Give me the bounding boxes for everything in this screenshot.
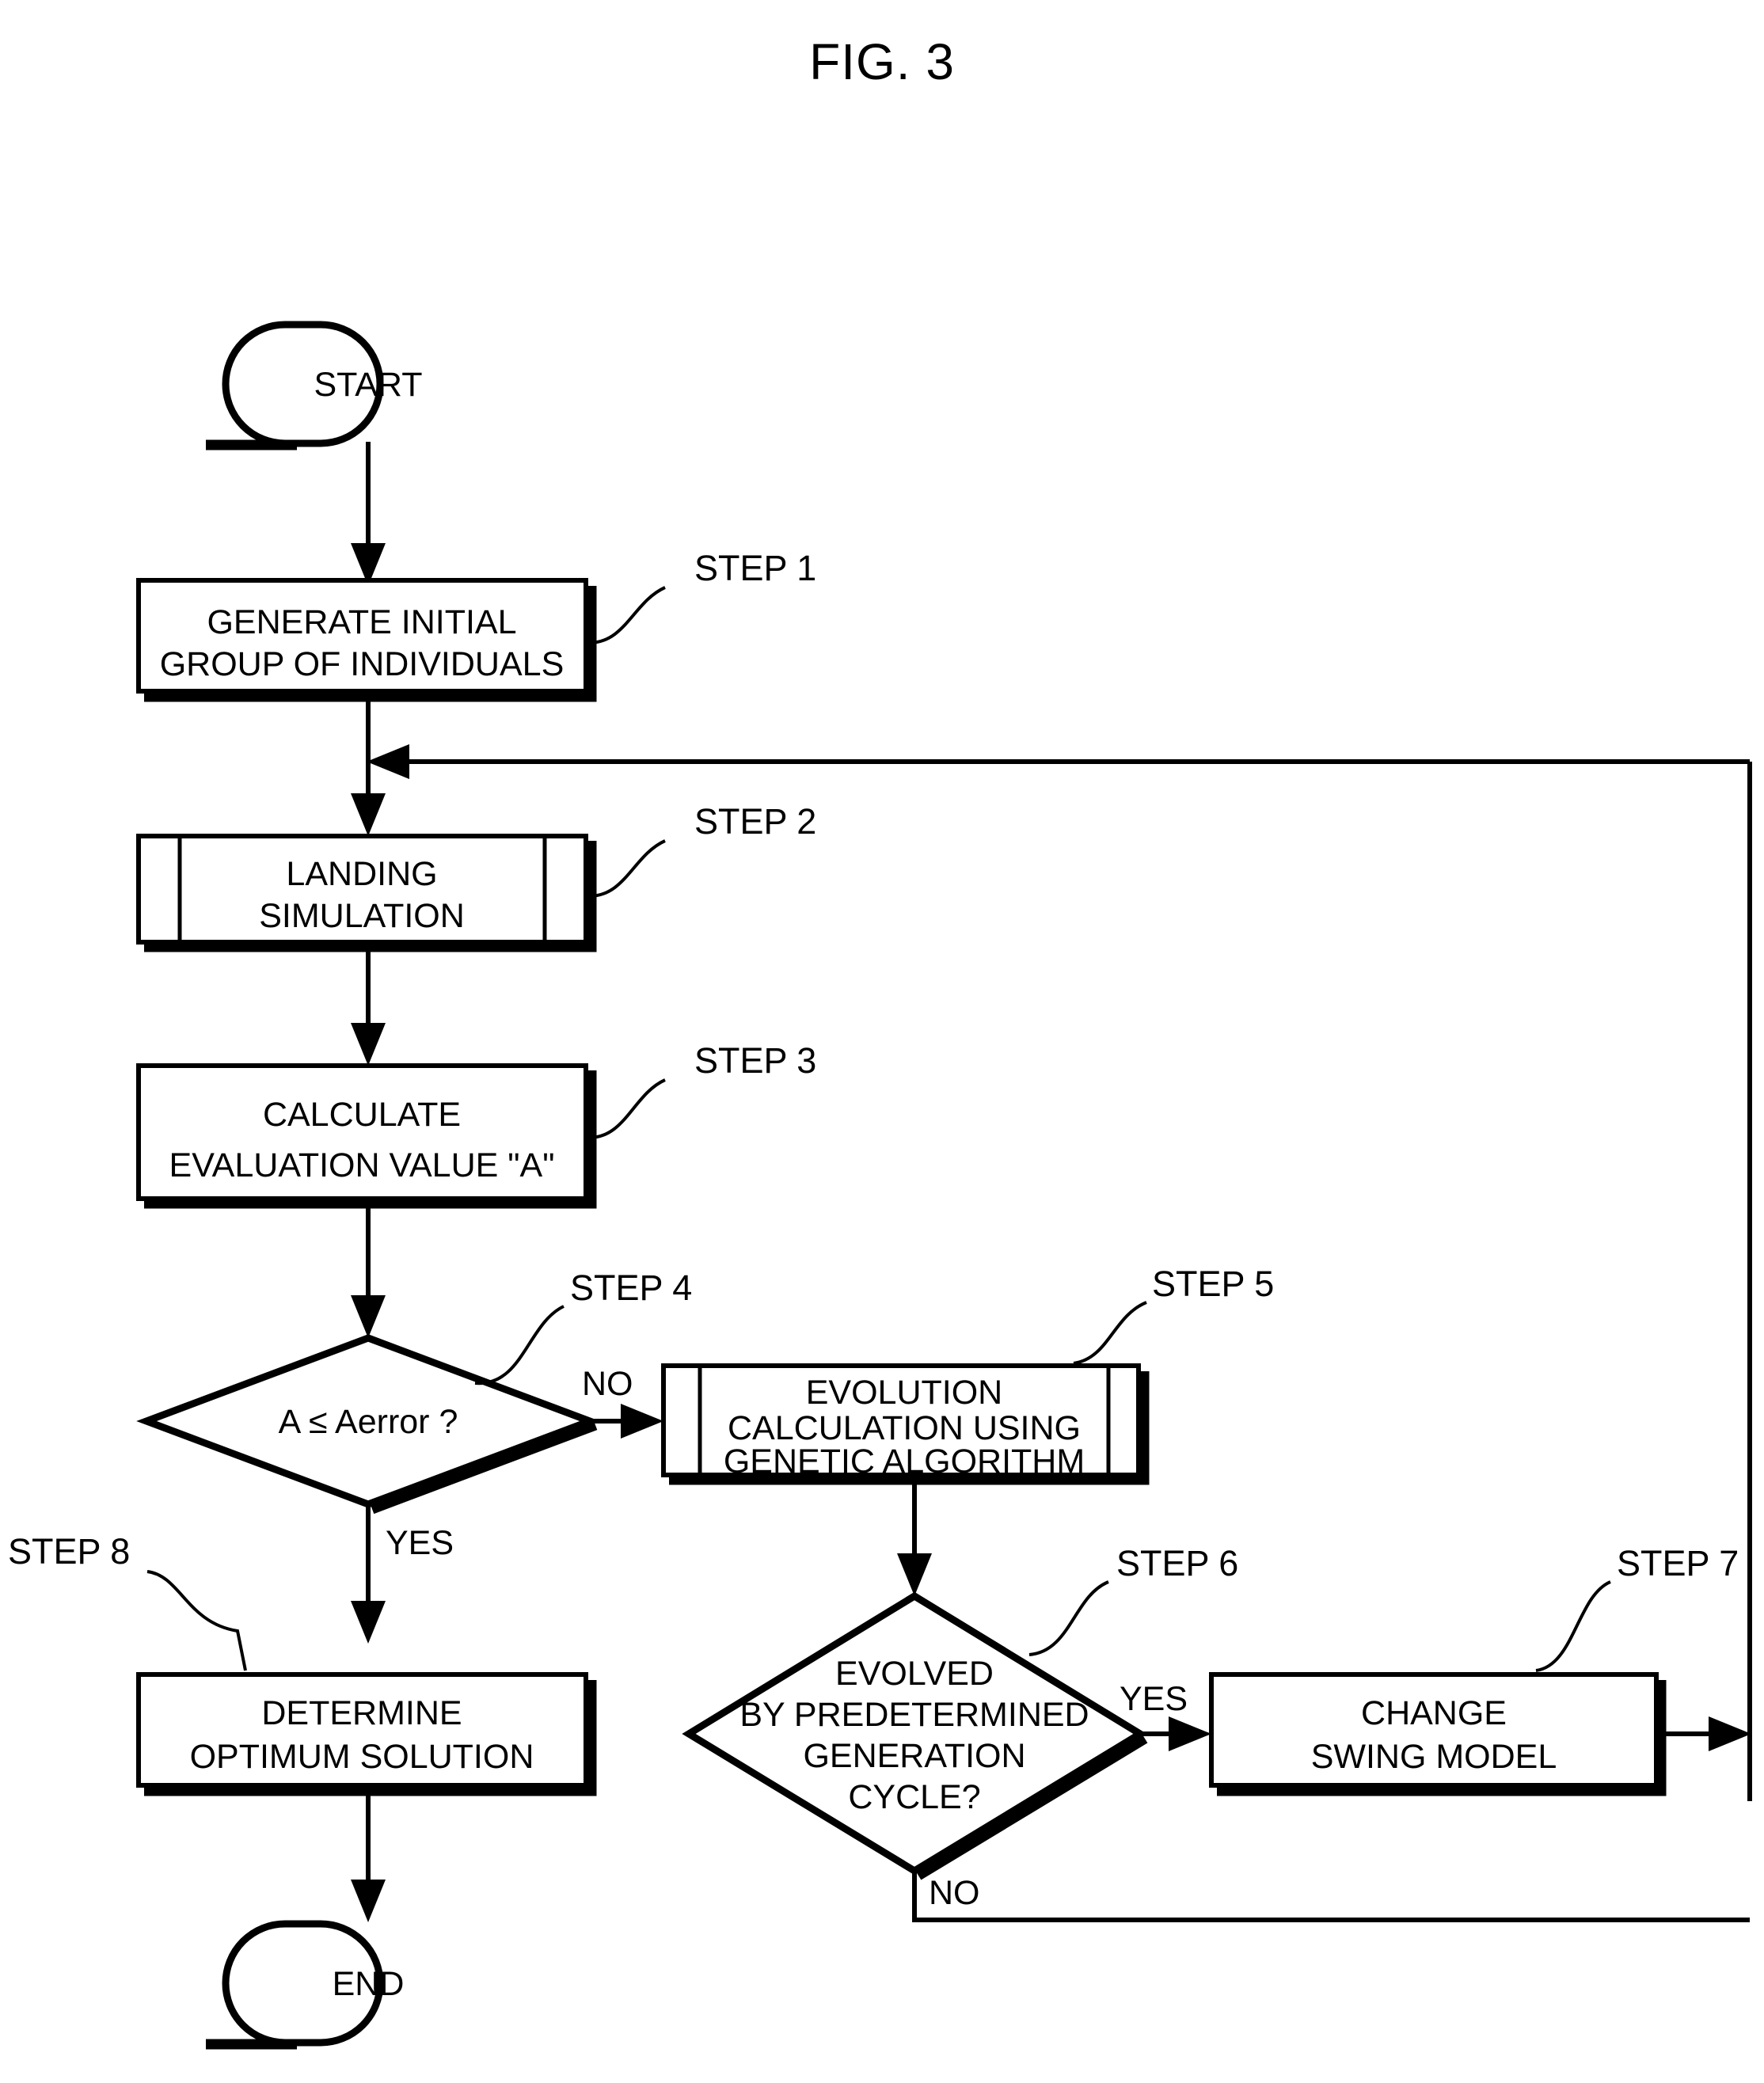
callout-step5: STEP 5 [1152, 1264, 1274, 1304]
arrowhead-step3-to-step4 [351, 1295, 386, 1338]
step7-label-line2: SWING MODEL [1311, 1738, 1557, 1776]
figure-title: FIG. 3 [809, 33, 955, 90]
node-step2[interactable]: LANDING SIMULATION [136, 834, 597, 952]
callout-step3: STEP 3 [694, 1040, 816, 1081]
node-step4[interactable]: A ≤ Aerror ? [136, 1334, 600, 1515]
end-label: END [333, 1965, 405, 2003]
step6-label-line1: EVOLVED [835, 1655, 994, 1693]
step5-label-line2: CALCULATION USING [728, 1409, 1081, 1447]
step8-label-line2: OPTIMUM SOLUTION [190, 1738, 534, 1776]
arrowhead-step5-to-step6 [897, 1553, 932, 1596]
leader-step6 [1028, 1580, 1109, 1656]
step6-label-line3: GENERATION [803, 1737, 1025, 1775]
callout-step8: STEP 8 [8, 1531, 130, 1572]
node-step6[interactable]: EVOLVED BY PREDETERMINED GENERATION CYCL… [682, 1591, 1148, 1880]
node-start[interactable]: START [206, 321, 423, 450]
node-step5[interactable]: EVOLUTION CALCULATION USING GENETIC ALGO… [661, 1363, 1150, 1485]
arrowhead-feedback-into-main [367, 744, 409, 779]
arrowhead-step4-no-to-step5 [621, 1404, 663, 1439]
arrowhead-step1-to-step2 [351, 793, 386, 836]
callout-step4: STEP 4 [570, 1268, 692, 1308]
step6-label-line2: BY PREDETERMINED [739, 1696, 1089, 1734]
node-step3[interactable]: CALCULATE EVALUATION VALUE "A" [136, 1063, 597, 1209]
leader-step7 [1535, 1580, 1611, 1672]
leader-step5 [1073, 1301, 1147, 1365]
node-step1[interactable]: GENERATE INITIAL GROUP OF INDIVIDUALS [136, 578, 597, 702]
callout-step6: STEP 6 [1116, 1543, 1238, 1583]
arrowhead-step8-to-end [351, 1880, 386, 1922]
step1-label-line2: GROUP OF INDIVIDUALS [160, 645, 565, 683]
step8-label-line1: DETERMINE [261, 1694, 462, 1732]
callout-step1: STEP 1 [694, 548, 816, 588]
leader-step3 [588, 1078, 666, 1139]
flowchart-canvas: FIG. 3 START GENERATE INITIAL GROUP OF I… [8, 33, 1752, 2050]
step2-label-line1: LANDING [286, 855, 437, 893]
callout-step7: STEP 7 [1617, 1543, 1739, 1583]
arrowhead-step4-yes-to-step8 [351, 1601, 386, 1644]
step7-label-line1: CHANGE [1361, 1694, 1507, 1732]
node-step7[interactable]: CHANGE SWING MODEL [1209, 1672, 1667, 1796]
branch-label-step4-no: NO [582, 1365, 633, 1403]
leader-step8 [146, 1570, 247, 1671]
branch-label-step6-no: NO [929, 1874, 980, 1912]
step6-label-line4: CYCLE? [848, 1778, 980, 1816]
connector-step6-no-to-feedback [912, 1871, 1750, 1922]
node-end[interactable]: END [206, 1920, 405, 2050]
step2-label-line2: SIMULATION [259, 897, 465, 935]
figure-root: FIG. 3 START GENERATE INITIAL GROUP OF I… [0, 0, 1764, 2083]
leader-step1 [588, 586, 666, 644]
branch-label-step6-yes: YES [1120, 1680, 1188, 1718]
arrowhead-step2-to-step3 [351, 1023, 386, 1066]
leader-step2 [588, 839, 666, 898]
arrowhead-step7-to-feedback [1709, 1716, 1751, 1751]
leader-step4 [474, 1305, 565, 1385]
step5-label-line3: GENETIC ALGORITHM [724, 1443, 1085, 1481]
arrowhead-step6-yes-to-step7 [1169, 1716, 1211, 1751]
node-step8[interactable]: DETERMINE OPTIMUM SOLUTION [136, 1672, 597, 1796]
branch-label-step4-yes: YES [386, 1524, 454, 1562]
step3-label-line2: EVALUATION VALUE "A" [169, 1146, 555, 1184]
step5-label-line1: EVOLUTION [806, 1374, 1003, 1412]
step3-label-line1: CALCULATE [263, 1096, 461, 1134]
step4-label-line1: A ≤ Aerror ? [279, 1403, 458, 1441]
callout-step2: STEP 2 [694, 801, 816, 842]
step1-label-line1: GENERATE INITIAL [207, 603, 516, 641]
start-label: START [314, 366, 423, 404]
